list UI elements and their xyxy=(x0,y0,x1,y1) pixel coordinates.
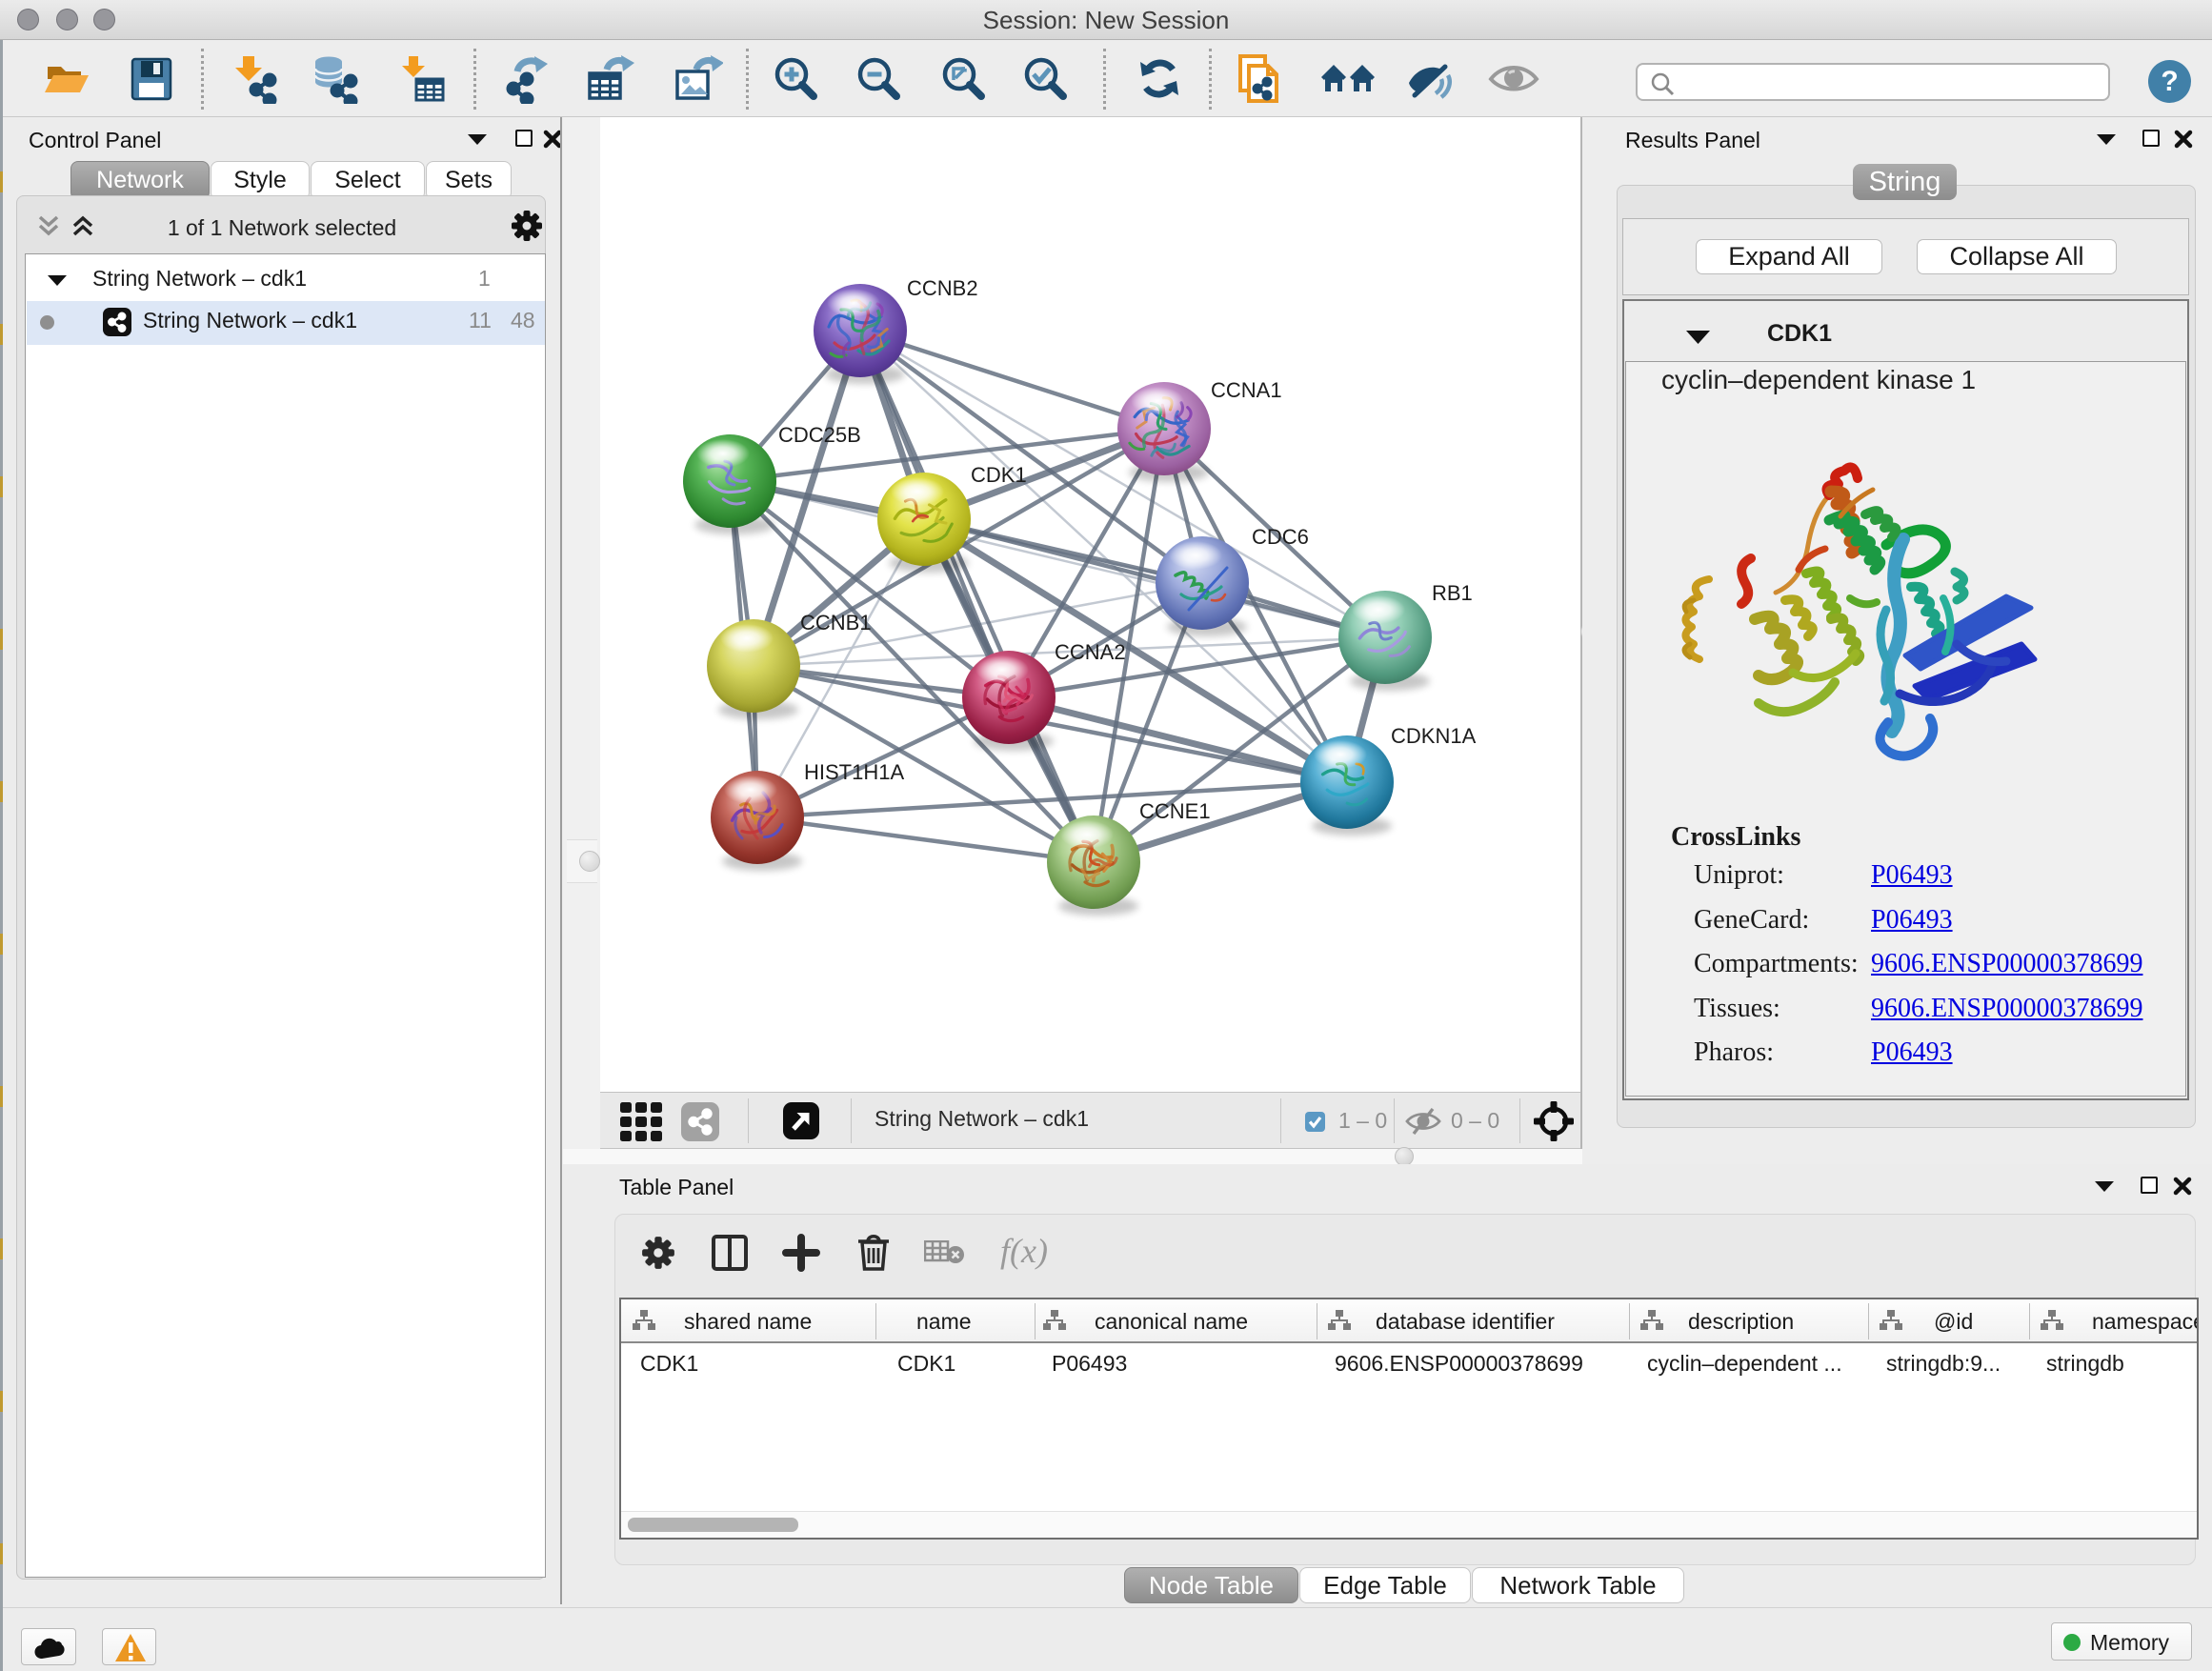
svg-text:CCNB1: CCNB1 xyxy=(800,611,872,634)
svg-text:CCNE1: CCNE1 xyxy=(1139,799,1211,823)
svg-text:HIST1H1A: HIST1H1A xyxy=(804,760,904,784)
svg-text:CDK1: CDK1 xyxy=(971,463,1027,487)
svg-text:CCNB2: CCNB2 xyxy=(907,276,978,300)
svg-text:CDKN1A: CDKN1A xyxy=(1391,724,1477,748)
svg-text:CDC6: CDC6 xyxy=(1252,525,1309,549)
svg-text:CDC25B: CDC25B xyxy=(778,423,861,447)
svg-text:CCNA1: CCNA1 xyxy=(1211,378,1282,402)
svg-text:RB1: RB1 xyxy=(1432,581,1473,605)
svg-text:CCNA2: CCNA2 xyxy=(1055,640,1126,664)
